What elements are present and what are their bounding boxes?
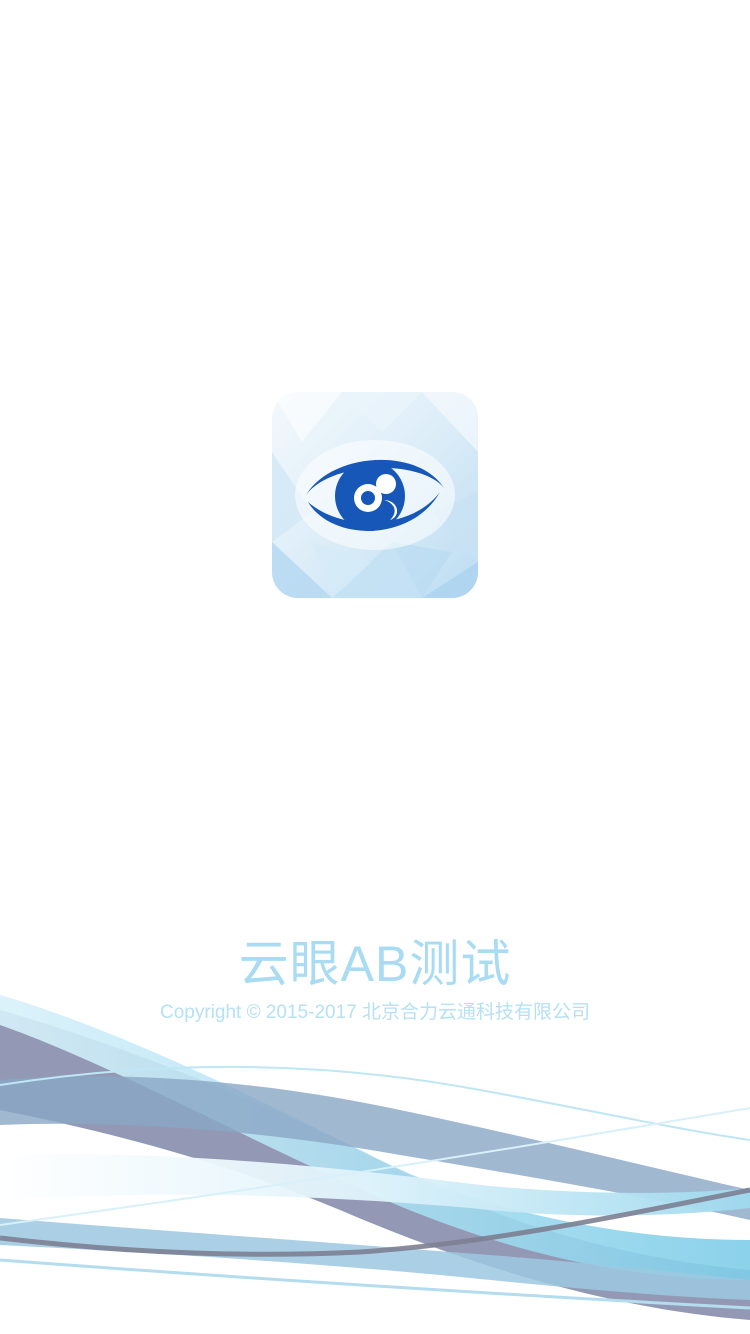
app-logo xyxy=(272,392,478,598)
cloud-eye-icon xyxy=(272,392,478,598)
splash-screen: 云眼AB测试 Copyright © 2015-2017 北京合力云通科技有限公… xyxy=(0,0,750,1334)
app-title: 云眼AB测试 xyxy=(238,936,512,992)
wave-decoration xyxy=(0,995,750,1320)
